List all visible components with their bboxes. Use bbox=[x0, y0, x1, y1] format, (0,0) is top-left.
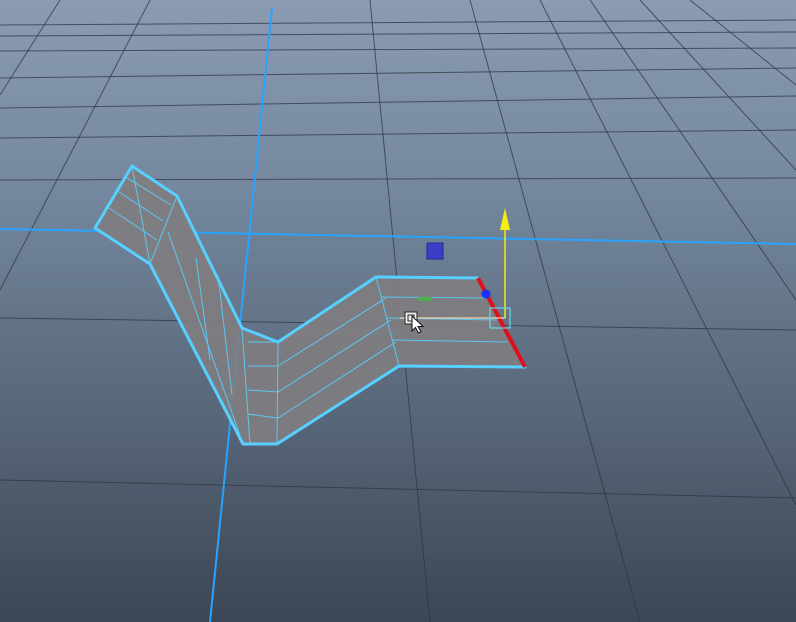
grid-line bbox=[0, 479, 796, 499]
viewport-scene[interactable] bbox=[0, 0, 796, 622]
move-y-arrow-icon[interactable] bbox=[500, 208, 510, 230]
3d-viewport[interactable] bbox=[0, 0, 796, 622]
grid-line bbox=[539, 0, 796, 506]
grid-line bbox=[0, 129, 796, 139]
grid-line bbox=[0, 0, 61, 96]
polygon-mesh[interactable] bbox=[93, 164, 527, 446]
grid-line bbox=[0, 47, 796, 52]
grid-line bbox=[589, 0, 796, 301]
move-plane-handle-blue[interactable] bbox=[426, 242, 444, 260]
grid-line bbox=[639, 0, 796, 171]
grid-line bbox=[0, 95, 796, 109]
grid-line bbox=[0, 19, 796, 26]
move-plane-handle-green[interactable] bbox=[418, 297, 432, 301]
mesh-faces[interactable] bbox=[95, 166, 525, 444]
grid-line bbox=[0, 31, 796, 37]
move-z-axis-ball[interactable] bbox=[481, 289, 491, 299]
grid-line bbox=[0, 177, 796, 181]
grid-horizontal-lines bbox=[0, 19, 796, 499]
grid-line bbox=[0, 67, 796, 79]
